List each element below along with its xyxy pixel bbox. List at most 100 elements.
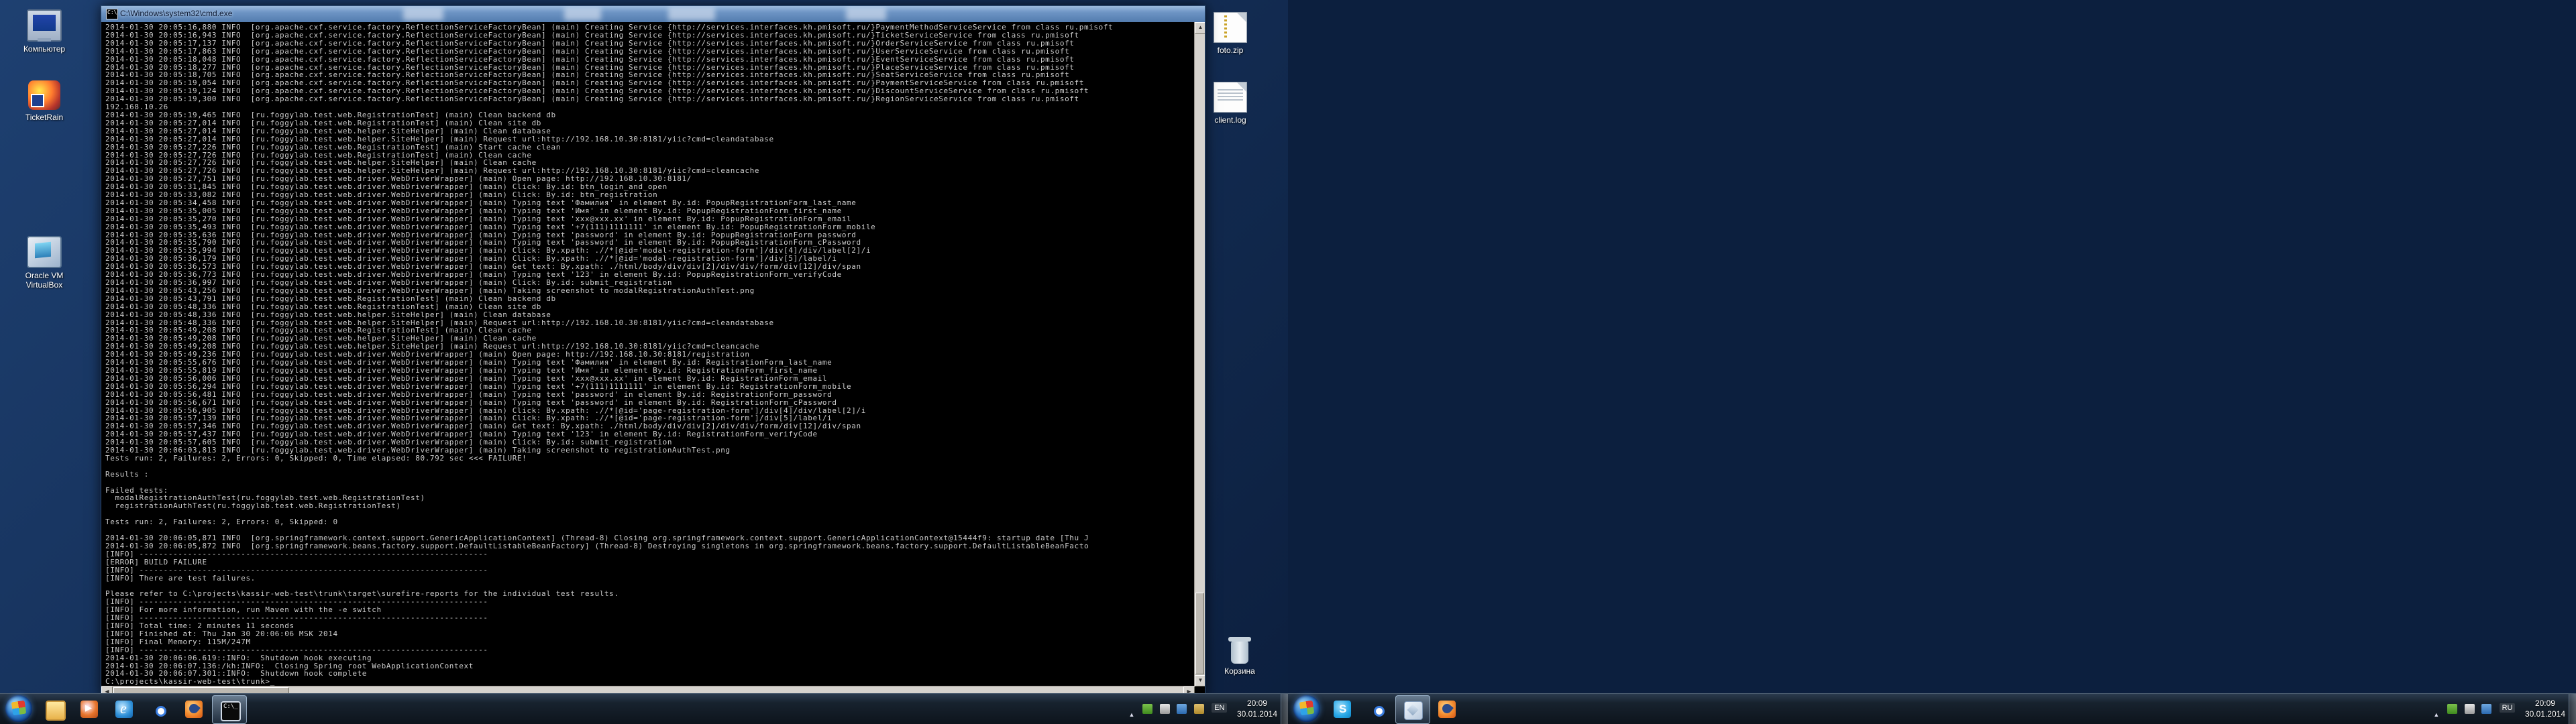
right-monitor-desktop: ticketrain test-web - NetBeans IDE 7.4 ▣… [1288,0,2576,724]
language-indicator[interactable]: EN [1212,703,1227,713]
console-line: 2014-01-30 20:05:33,082 INFO [ru.foggyla… [105,191,1194,199]
console-line: 2014-01-30 20:05:35,790 INFO [ru.foggyla… [105,239,1194,247]
show-desktop-button[interactable] [1281,694,1288,724]
tray-expand-icon[interactable]: ▲ [1127,710,1136,719]
console-line: 2014-01-30 20:05:16,880 INFO [org.apache… [105,23,1194,32]
console-line: 2014-01-30 20:06:05,872 INFO [org.spring… [105,542,1194,550]
cmd-vertical-scrollbar[interactable]: ▲ ▼ [1194,22,1205,686]
tray-antivirus-icon[interactable] [1142,704,1152,714]
taskbar-app-ie[interactable] [107,695,141,723]
desktop-icon-zip[interactable]: foto.zip [1198,12,1263,55]
console-line: C:\projects\kassir-web-test\trunk>_ [105,678,1194,686]
console-line: 2014-01-30 20:05:56,006 INFO [ru.foggyla… [105,375,1194,383]
taskbar-right-monitor: ▲ RU 20:09 30.01.2014 [1288,693,2576,724]
console-line: 2014-01-30 20:05:19,300 INFO [org.apache… [105,95,1194,103]
cmd-window: C:\Windows\system32\cmd.exe 2014-01-30 2… [101,5,1205,697]
console-line [105,463,1194,471]
console-line: 2014-01-30 20:05:27,014 INFO [ru.foggyla… [105,127,1194,135]
console-line: 2014-01-30 20:05:48,336 INFO [ru.foggyla… [105,311,1194,319]
console-line: [INFO] ---------------------------------… [105,646,1194,654]
console-line: 2014-01-30 20:05:49,208 INFO [ru.foggyla… [105,335,1194,343]
console-line [105,582,1194,590]
console-line: 2014-01-30 20:05:16,943 INFO [org.apache… [105,32,1194,40]
console-line: 2014-01-30 20:05:36,997 INFO [ru.foggyla… [105,279,1194,287]
taskbar-app-chrome[interactable] [142,695,176,723]
tray-expand-icon[interactable]: ▲ [2432,710,2441,719]
taskbar-app-explorer[interactable] [38,695,71,723]
console-line: Failed tests: [105,487,1194,495]
desktop-icon-log[interactable]: client.log [1198,82,1263,125]
console-line: registrationAuthTest(ru.foggylab.test.we… [105,502,1194,510]
taskbar-clock[interactable]: 20:09 30.01.2014 [2525,698,2565,719]
console-line: 2014-01-30 20:05:49,208 INFO [ru.foggyla… [105,326,1194,335]
console-line: 2014-01-30 20:05:19,054 INFO [org.apache… [105,79,1194,87]
console-line: 2014-01-30 20:05:31,845 INFO [ru.foggyla… [105,183,1194,191]
desktop-icon-label: TicketRain [12,113,76,122]
language-indicator[interactable]: RU [2500,703,2516,713]
console-line: [INFO] Total time: 2 minutes 11 seconds [105,622,1194,630]
console-line: 2014-01-30 20:05:19,465 INFO [ru.foggyla… [105,111,1194,119]
tray-network-icon[interactable] [2481,704,2491,714]
desktop-icon-ticketrain[interactable]: TicketRain [12,80,76,122]
wmp-icon [80,701,98,718]
console-line: 2014-01-30 20:05:17,137 INFO [org.apache… [105,40,1194,48]
desktop-icon-label: foto.zip [1198,46,1263,55]
console-line: 2014-01-30 20:05:49,236 INFO [ru.foggyla… [105,351,1194,359]
cmd-icon [106,9,118,19]
taskbar-app-chrome[interactable] [1360,695,1394,723]
taskbar-app-firefox[interactable] [177,695,211,723]
console-line: 2014-01-30 20:05:48,336 INFO [ru.foggyla… [105,319,1194,327]
console-line: 2014-01-30 20:05:27,014 INFO [ru.foggyla… [105,119,1194,127]
tray-network-icon[interactable] [1177,704,1187,714]
console-line: Please refer to C:\projects\kassir-web-t… [105,590,1194,598]
console-line: [ERROR] BUILD FAILURE [105,558,1194,566]
console-line: 2014-01-30 20:05:27,226 INFO [ru.foggyla… [105,143,1194,152]
cmd-icon [221,701,241,721]
tray-update-icon[interactable] [1194,704,1204,714]
console-line: 2014-01-30 20:05:19,124 INFO [org.apache… [105,87,1194,95]
titlebar-glass-ghost [668,7,715,21]
vbox-icon [27,236,62,268]
clock-time: 20:09 [2535,699,2555,708]
console-line: 2014-01-30 20:05:27,751 INFO [ru.foggyla… [105,175,1194,183]
desktop-icon-vbox[interactable]: Oracle VM VirtualBox [12,236,76,290]
show-desktop-button[interactable] [2569,694,2576,724]
console-line: 2014-01-30 20:06:05,871 INFO [org.spring… [105,534,1194,542]
console-line: 2014-01-30 20:05:35,270 INFO [ru.foggyla… [105,215,1194,223]
taskbar-clock[interactable]: 20:09 30.01.2014 [1237,698,1277,719]
tray-speaker-icon[interactable] [2465,704,2475,714]
cmd-console-output[interactable]: 2014-01-30 20:05:16,880 INFO [org.apache… [101,22,1205,697]
console-line: 2014-01-30 20:05:36,773 INFO [ru.foggyla… [105,271,1194,279]
console-line: [INFO] Final Memory: 115M/247M [105,638,1194,646]
skype-icon [1334,701,1351,718]
tray-speaker-icon[interactable] [1160,704,1170,714]
taskbar-app-nb[interactable] [1395,695,1430,724]
computer-icon [27,9,62,42]
desktop-icon-computer[interactable]: Компьютер [12,9,76,54]
log-icon [1214,82,1247,113]
console-line: 2014-01-30 20:05:18,048 INFO [org.apache… [105,56,1194,64]
console-line: 2014-01-30 20:05:43,256 INFO [ru.foggyla… [105,287,1194,295]
tray-icon[interactable] [2447,704,2457,714]
start-button[interactable] [1293,695,1320,722]
firefox-icon [185,701,203,718]
nb-icon [1404,701,1423,720]
console-line: 2014-01-30 20:05:49,208 INFO [ru.foggyla… [105,343,1194,351]
taskbar-left-monitor: ▲ EN 20:09 30.01.2014 [0,693,1288,724]
console-line: 2014-01-30 20:05:36,179 INFO [ru.foggyla… [105,255,1194,263]
taskbar-app-cmd[interactable] [212,695,247,724]
console-line: 2014-01-30 20:05:27,726 INFO [ru.foggyla… [105,152,1194,160]
cmd-titlebar[interactable]: C:\Windows\system32\cmd.exe [101,6,1205,22]
taskbar-app-wmp[interactable] [72,695,106,723]
titlebar-glass-ghost [403,7,443,21]
start-button[interactable] [5,695,32,722]
console-line: 192.168.10.26 [105,103,1194,111]
console-line: [INFO] ---------------------------------… [105,598,1194,606]
firefox-icon [1438,701,1456,718]
console-line: 2014-01-30 20:05:56,905 INFO [ru.foggyla… [105,407,1194,415]
desktop-icon-recycle-bin[interactable]: Корзина [1208,636,1272,676]
taskbar-app-skype[interactable] [1326,695,1359,723]
console-line: 2014-01-30 20:05:55,676 INFO [ru.foggyla… [105,359,1194,367]
taskbar-app-firefox[interactable] [1430,695,1464,723]
console-line: 2014-01-30 20:05:48,336 INFO [ru.foggyla… [105,303,1194,311]
